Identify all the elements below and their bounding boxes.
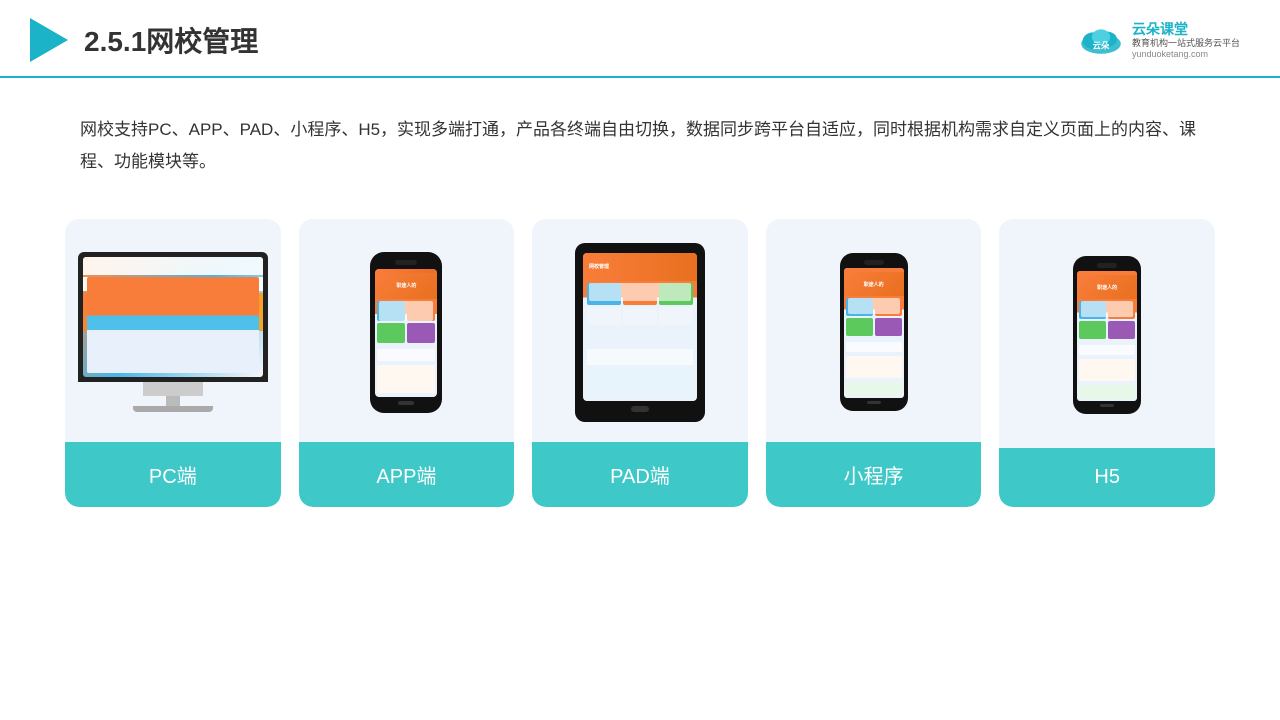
brand-sub: 教育机构一站式服务云平台 (1132, 38, 1240, 49)
card-app-image: 职途人的 (299, 219, 515, 442)
pc-base (143, 382, 203, 396)
phone-sm-home (867, 401, 881, 404)
phone-screen: 职途人的 (375, 269, 437, 397)
page-header: 2.5.1网校管理 云朵 云朵课堂 教育机构一站式服务云平台 yunduoket… (0, 0, 1280, 78)
card-pad: 网校管理 (532, 219, 748, 507)
page-title: 2.5.1网校管理 (84, 20, 258, 60)
header-right: 云朵 云朵课堂 教育机构一站式服务云平台 yunduoketang.com (1078, 21, 1240, 59)
phone-app-mockup: 职途人的 (370, 252, 442, 413)
brand-url: yunduoketang.com (1132, 49, 1208, 59)
card-miniprogram: 职途人的 小程序 (766, 219, 982, 507)
card-app-label: APP端 (299, 442, 515, 507)
svg-text:云朵: 云朵 (1093, 40, 1110, 50)
card-miniprogram-image: 职途人的 (766, 219, 982, 442)
pc-mockup (78, 252, 268, 412)
card-pc: PC端 (65, 219, 281, 507)
brand-name: 云朵课堂 (1132, 21, 1188, 38)
pc-foot (133, 406, 213, 412)
platform-cards: PC端 职途人的 (0, 199, 1280, 507)
card-h5-image: 职途人的 (999, 219, 1215, 448)
pc-screen-outer (78, 252, 268, 382)
phone-sm-notch (864, 260, 884, 265)
phone-h5-mockup: 职途人的 (1073, 256, 1141, 414)
tablet-mockup: 网校管理 (575, 243, 705, 422)
brand-triangle-icon (30, 18, 68, 62)
cloud-icon: 云朵 (1078, 24, 1124, 56)
card-pad-label: PAD端 (532, 442, 748, 507)
card-pc-label: PC端 (65, 442, 281, 507)
card-h5: 职途人的 H5 (999, 219, 1215, 507)
brand-text: 云朵课堂 教育机构一站式服务云平台 yunduoketang.com (1132, 21, 1240, 59)
phone-home (398, 401, 414, 405)
tablet-btn (631, 406, 649, 412)
card-miniprogram-label: 小程序 (766, 442, 982, 507)
card-app: 职途人的 APP端 (299, 219, 515, 507)
phone-h5-notch (1097, 263, 1117, 268)
brand-logo: 云朵 云朵课堂 教育机构一站式服务云平台 yunduoketang.com (1078, 21, 1240, 59)
phone-sm-screen: 职途人的 (844, 268, 904, 398)
card-pc-image (65, 219, 281, 442)
phone-h5-screen: 职途人的 (1077, 271, 1137, 401)
card-pad-image: 网校管理 (532, 219, 748, 442)
pc-stand (166, 396, 180, 406)
description-text: 网校支持PC、APP、PAD、小程序、H5，实现多端打通，产品各终端自由切换，数… (0, 78, 1280, 199)
phone-notch (395, 260, 417, 265)
phone-h5-home (1100, 404, 1114, 407)
header-left: 2.5.1网校管理 (30, 18, 258, 62)
tablet-screen: 网校管理 (583, 253, 697, 401)
phone-miniprogram-mockup: 职途人的 (840, 253, 908, 411)
card-h5-label: H5 (999, 448, 1215, 507)
pc-screen-inner (83, 257, 263, 377)
